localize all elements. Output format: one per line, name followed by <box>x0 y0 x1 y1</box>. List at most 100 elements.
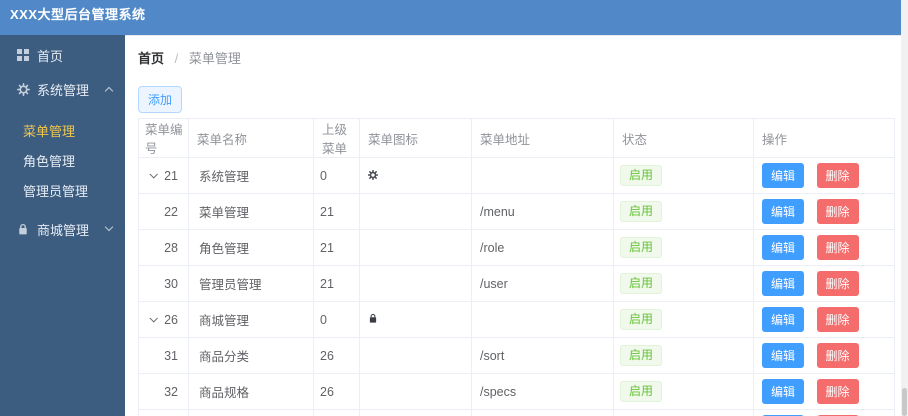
column-header-menu-icon: 菜单图标 <box>359 118 472 158</box>
column-header-menu-id: 菜单编号 <box>138 118 189 158</box>
parent-menu-cell: 0 <box>313 157 360 194</box>
parent-menu-cell: 26 <box>313 373 360 410</box>
menu-name-cell: 菜单管理 <box>188 193 314 230</box>
sidebar-item-role-manage[interactable]: 角色管理 <box>0 147 125 177</box>
table-header-row: 菜单编号 菜单名称 上级菜单 菜单图标 菜单地址 状态 操作 <box>138 118 895 158</box>
status-badge: 启用 <box>620 236 663 259</box>
sidebar-item-label: 首页 <box>37 48 64 64</box>
parent-menu-cell: 26 <box>313 409 360 416</box>
edit-button[interactable]: 编辑 <box>762 343 805 368</box>
menu-url-cell <box>471 301 614 338</box>
menu-url-cell: /user <box>471 265 614 302</box>
delete-button[interactable]: 删除 <box>816 271 859 296</box>
menu-id-cell: 32 <box>164 384 178 399</box>
menu-icon-cell <box>359 265 472 302</box>
menu-id-cell: 22 <box>164 204 178 219</box>
menu-table: 菜单编号 菜单名称 上级菜单 菜单图标 菜单地址 状态 操作 21 系统管理 0… <box>138 118 895 416</box>
menu-icon-cell <box>359 229 472 266</box>
column-header-parent-menu: 上级菜单 <box>313 118 360 158</box>
table-row: 31 商品分类 26 /sort 启用 编辑 删除 <box>138 337 895 374</box>
gear-icon <box>367 169 379 180</box>
status-badge: 启用 <box>620 164 663 187</box>
scrollbar-thumb[interactable] <box>902 388 907 416</box>
table-body: 21 系统管理 0 启用 编辑 删除 22 菜单管理 21 /menu 启用 编… <box>138 157 895 416</box>
add-button[interactable]: 添加 <box>138 86 183 113</box>
menu-id-cell: 26 <box>164 312 178 327</box>
sidebar-item-menu-manage[interactable]: 菜单管理 <box>0 117 125 147</box>
menu-name-cell: 角色管理 <box>188 229 314 266</box>
edit-button[interactable]: 编辑 <box>762 235 805 260</box>
status-badge: 启用 <box>620 380 663 403</box>
parent-menu-cell: 21 <box>313 193 360 230</box>
menu-url-cell: /sort <box>471 337 614 374</box>
sidebar-item-system[interactable]: 系统管理 <box>0 72 125 106</box>
menu-icon-cell <box>359 409 472 416</box>
sidebar-item-label: 系统管理 <box>37 82 90 98</box>
sidebar-item-admin-manage[interactable]: 管理员管理 <box>0 177 125 207</box>
parent-menu-cell: 21 <box>313 265 360 302</box>
delete-button[interactable]: 删除 <box>816 379 859 404</box>
edit-button[interactable]: 编辑 <box>762 163 805 188</box>
chevron-up-icon <box>104 86 114 96</box>
delete-button[interactable]: 删除 <box>816 163 859 188</box>
column-header-menu-url: 菜单地址 <box>471 118 614 158</box>
sidebar-item-home[interactable]: 首页 <box>0 38 125 72</box>
table-row: 28 角色管理 21 /role 启用 编辑 删除 <box>138 229 895 266</box>
shop-bag-icon <box>17 223 30 236</box>
app-header: XXX大型后台管理系统 <box>0 0 901 35</box>
menu-icon-cell <box>359 337 472 374</box>
parent-menu-cell: 21 <box>313 229 360 266</box>
delete-button[interactable]: 删除 <box>816 235 859 260</box>
table-row: 21 系统管理 0 启用 编辑 删除 <box>138 157 895 194</box>
chevron-down-icon <box>104 222 114 232</box>
menu-id-cell: 28 <box>164 240 178 255</box>
menu-name-cell: 管理员管理 <box>188 265 314 302</box>
menu-url-cell: /goods <box>471 409 614 416</box>
column-header-menu-name: 菜单名称 <box>188 118 314 158</box>
table-row: 26 商城管理 0 启用 编辑 删除 <box>138 301 895 338</box>
menu-icon-cell <box>359 301 472 338</box>
table-row: 22 菜单管理 21 /menu 启用 编辑 删除 <box>138 193 895 230</box>
parent-menu-cell: 0 <box>313 301 360 338</box>
gear-icon <box>17 82 30 96</box>
menu-icon-cell <box>359 193 472 230</box>
menu-url-cell: /specs <box>471 373 614 410</box>
menu-name-cell: 商品管理 <box>188 409 314 416</box>
menu-url-cell: /menu <box>471 193 614 230</box>
column-header-status: 状态 <box>613 118 754 158</box>
column-header-actions: 操作 <box>753 118 895 158</box>
menu-icon-cell <box>359 373 472 410</box>
scrollbar[interactable] <box>901 0 908 416</box>
menu-name-cell: 商城管理 <box>188 301 314 338</box>
status-badge: 启用 <box>620 272 663 295</box>
sidebar: 首页 系统管理 菜单管理 角色管理 管理员管理 商城管理 <box>0 35 125 416</box>
status-badge: 启用 <box>620 200 663 223</box>
breadcrumb-home[interactable]: 首页 <box>138 51 164 66</box>
system-submenu: 菜单管理 角色管理 管理员管理 <box>0 106 125 212</box>
breadcrumb-separator: / <box>174 51 179 66</box>
menu-url-cell <box>471 157 614 194</box>
edit-button[interactable]: 编辑 <box>762 379 805 404</box>
expand-chevron-icon[interactable] <box>149 313 159 323</box>
breadcrumb: 首页 / 菜单管理 <box>125 36 901 67</box>
edit-button[interactable]: 编辑 <box>762 271 805 296</box>
sidebar-item-mall[interactable]: 商城管理 <box>0 212 125 246</box>
menu-icon-cell <box>359 157 472 194</box>
shop-bag-icon <box>369 313 377 323</box>
sidebar-item-label: 商城管理 <box>37 222 90 238</box>
status-badge: 启用 <box>620 344 663 367</box>
menu-id-cell: 30 <box>164 276 178 291</box>
table-row: 33 商品管理 26 /goods 启用 编辑 删除 <box>138 409 895 416</box>
menu-id-cell: 31 <box>164 348 178 363</box>
edit-button[interactable]: 编辑 <box>762 307 805 332</box>
menu-name-cell: 商品规格 <box>188 373 314 410</box>
app-title: XXX大型后台管理系统 <box>10 7 146 22</box>
delete-button[interactable]: 删除 <box>816 199 859 224</box>
delete-button[interactable]: 删除 <box>816 307 859 332</box>
expand-chevron-icon[interactable] <box>149 169 159 179</box>
delete-button[interactable]: 删除 <box>816 343 859 368</box>
main-content: 首页 / 菜单管理 添加 菜单编号 菜单名称 上级菜单 菜单图标 菜单地址 状态… <box>125 35 901 416</box>
edit-button[interactable]: 编辑 <box>762 199 805 224</box>
menu-name-cell: 商品分类 <box>188 337 314 374</box>
table-row: 30 管理员管理 21 /user 启用 编辑 删除 <box>138 265 895 302</box>
